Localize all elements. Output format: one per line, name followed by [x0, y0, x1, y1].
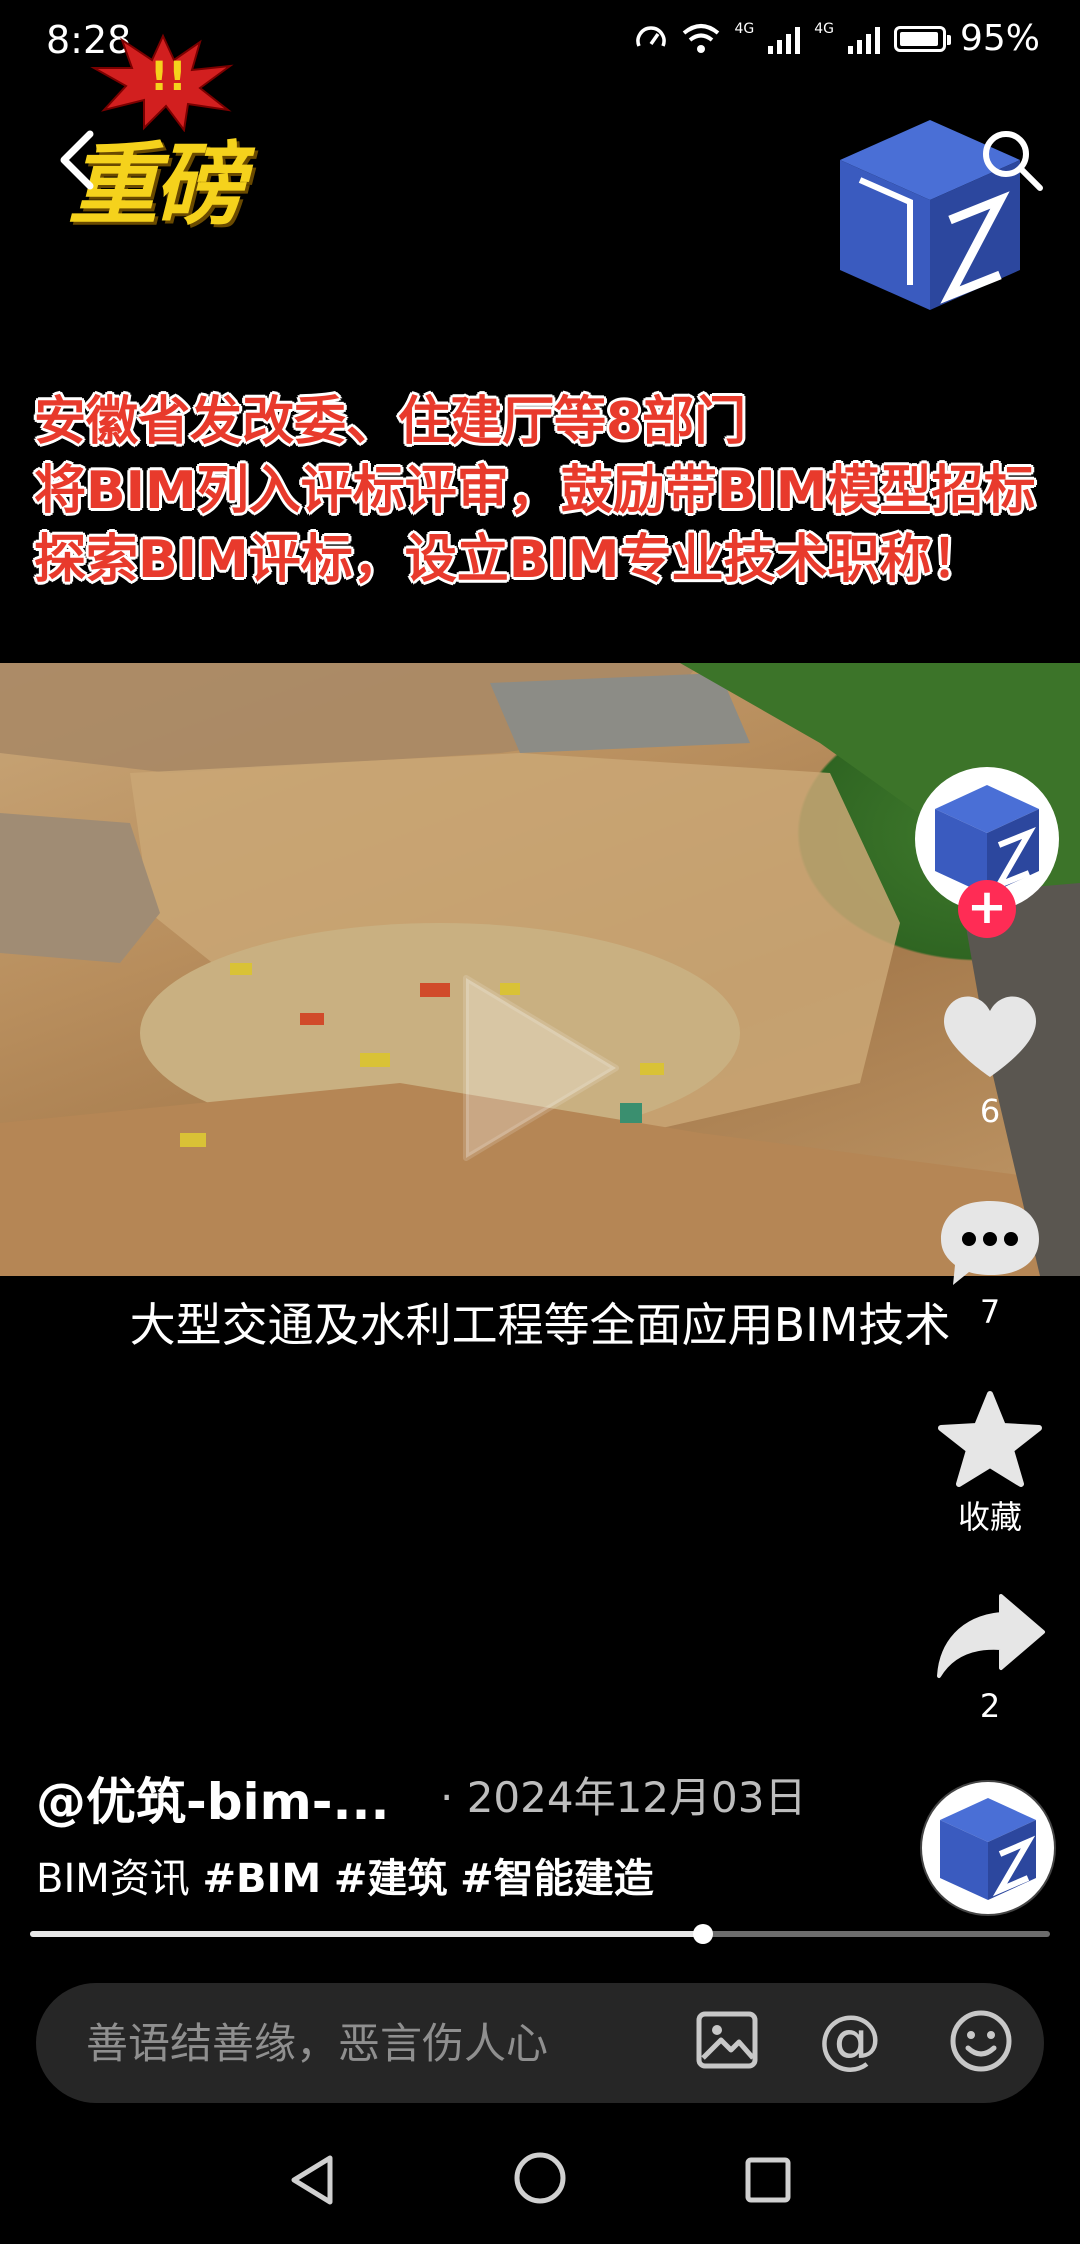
headline-line-2: 将BIM列入评标评审，鼓励带BIM模型招标: [34, 461, 1036, 521]
mention-button[interactable]: @: [818, 2005, 882, 2075]
progress-fill: [30, 1931, 704, 1937]
like-button[interactable]: [925, 985, 1055, 1085]
favorite-button[interactable]: [925, 1388, 1055, 1488]
play-button[interactable]: [456, 968, 626, 1168]
headline-line-3: 探索BIM评标，设立BIM专业技术职称！: [34, 530, 984, 590]
caption: BIM资讯 #BIM #建筑 #智能建造: [36, 1846, 654, 1904]
share-count: 2: [979, 1687, 1001, 1725]
favorite-label: 收藏: [957, 1498, 1022, 1536]
comment-button[interactable]: [925, 1193, 1055, 1289]
emoji-button[interactable]: [948, 2008, 1014, 2074]
like-count: 6: [979, 1092, 1001, 1130]
share-button[interactable]: [925, 1590, 1055, 1680]
battery-percent: 95%: [959, 18, 1040, 59]
status-icons: 4G 4G 95%: [634, 18, 1040, 59]
nav-back-button[interactable]: [282, 2150, 342, 2210]
hashtag[interactable]: #智能建造: [460, 1856, 654, 1902]
video-subtitle: 大型交通及水利工程等全面应用BIM技术: [129, 1298, 951, 1352]
wifi-icon: [683, 23, 720, 53]
comment-input[interactable]: [84, 2018, 648, 2069]
headline: 安徽省发改委、住建厅等8部门 将BIM列入评标评审，鼓励带BIM模型招标 探索B…: [34, 388, 1064, 595]
progress-knob[interactable]: [693, 1924, 714, 1944]
comment-count: 7: [979, 1293, 1001, 1331]
follow-button[interactable]: +: [958, 880, 1016, 938]
svg-text:!!: !!: [150, 54, 186, 100]
network-label-1: 4G: [734, 20, 755, 37]
image-button[interactable]: [695, 2008, 759, 2072]
post-date: · 2024年12月03日: [440, 1773, 807, 1822]
disc-cube-icon: [940, 1798, 1036, 1900]
nav-home-button[interactable]: [512, 2150, 568, 2206]
battery-icon: [893, 25, 951, 52]
hashtag[interactable]: #BIM: [202, 1856, 321, 1902]
network-label-2: 4G: [814, 20, 834, 37]
back-button[interactable]: [50, 120, 110, 200]
caption-prefix: BIM资讯: [36, 1856, 190, 1902]
hashtag[interactable]: #建筑: [334, 1856, 448, 1902]
nav-recent-button[interactable]: [744, 2156, 792, 2204]
music-disc[interactable]: [920, 1780, 1056, 1916]
headline-line-1: 安徽省发改委、住建厅等8部门: [34, 392, 747, 452]
search-button[interactable]: [976, 124, 1048, 196]
speed-icon: [636, 25, 667, 47]
signal-icon-1: [768, 24, 801, 54]
author-name[interactable]: @优筑-bim-...: [36, 1762, 390, 1834]
signal-icon-2: [847, 24, 880, 54]
